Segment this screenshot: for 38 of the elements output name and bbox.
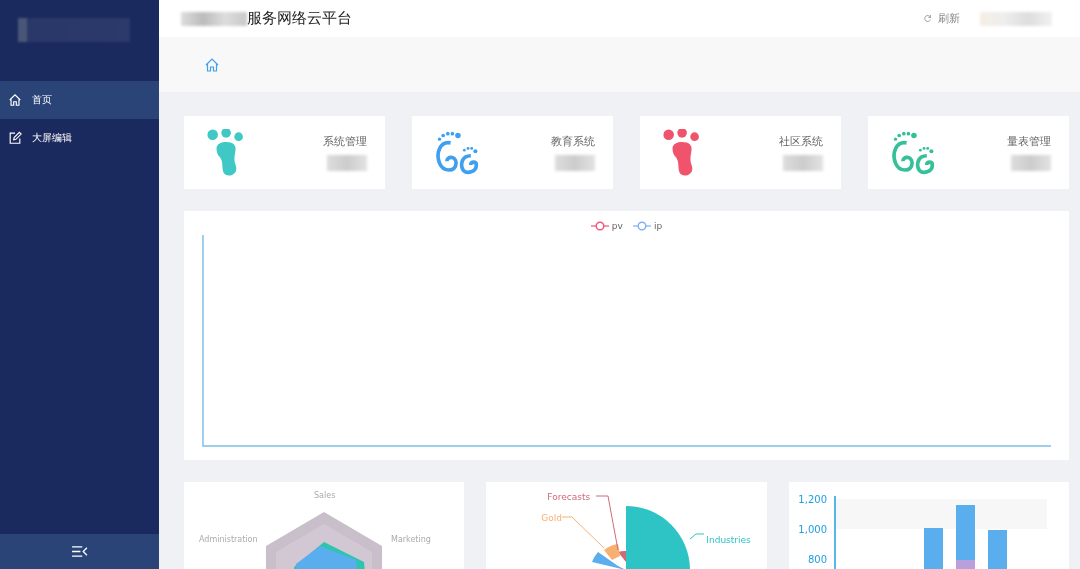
home-icon[interactable] (204, 56, 220, 73)
stat-card[interactable]: 量表管理 (868, 116, 1069, 189)
pie-label: Forecasts (547, 492, 591, 502)
home-icon (8, 93, 22, 107)
stat-label: 社区系统 (779, 134, 823, 149)
bar (923, 528, 943, 569)
pie-label: Industries (706, 535, 751, 545)
platform-title: 服务网络云平台 (247, 9, 352, 28)
menu-collapse-icon[interactable] (71, 545, 88, 558)
bar-segment (955, 560, 975, 569)
stat-card[interactable]: 系统管理 (184, 116, 385, 189)
edit-icon (8, 131, 22, 145)
stat-card[interactable]: 社区系统 (640, 116, 841, 189)
y-tick-label: 800 (807, 554, 827, 565)
stat-card[interactable]: 教育系统 (412, 116, 613, 189)
stat-label: 系统管理 (323, 134, 367, 149)
sidebar-item[interactable]: 大屏编辑 (0, 119, 159, 157)
leader-line (689, 533, 705, 540)
radar-label: Marketing (391, 535, 431, 544)
radar-label: Administration (199, 535, 258, 544)
stat-label: 量表管理 (1007, 134, 1051, 149)
blurred-value (555, 155, 595, 171)
stat-label: 教育系统 (551, 134, 595, 149)
pie-label: Gold (541, 513, 563, 523)
blurred-value (783, 155, 823, 171)
legend-label: ip (653, 221, 663, 231)
refresh-button[interactable]: 刷新 (923, 11, 960, 26)
sidebar-item[interactable]: 首页 (0, 81, 159, 119)
y-tick-label: 1,000 (798, 524, 827, 535)
radar-label: Sales (314, 491, 336, 500)
blurred-user (980, 11, 1052, 26)
blurred-value (1011, 155, 1051, 171)
bar (987, 530, 1007, 569)
blurred-text (181, 11, 247, 26)
legend-label: pv (611, 221, 623, 231)
y-tick-label: 1,200 (798, 494, 827, 505)
refresh-icon (923, 14, 932, 23)
blurred-value (327, 155, 367, 171)
